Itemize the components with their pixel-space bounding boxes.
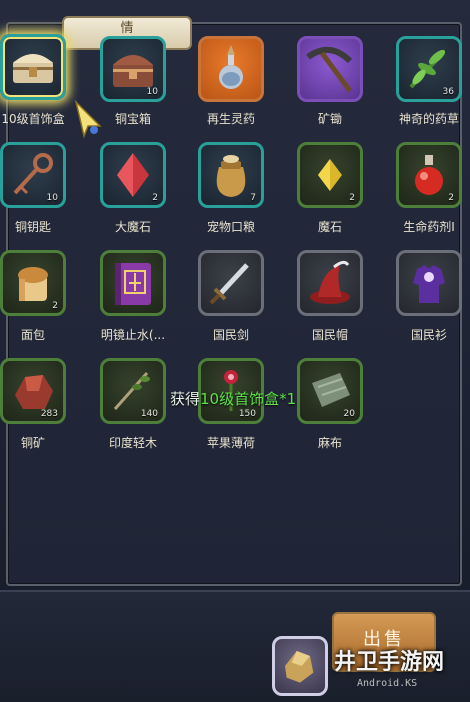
inventory-slot[interactable]: 7 — [198, 142, 264, 208]
inventory-slot[interactable]: 10 — [100, 36, 166, 102]
acquire-toast: 获得10级首饰盒*1 — [170, 388, 296, 409]
inventory-slot[interactable] — [198, 250, 264, 316]
inventory-slot[interactable] — [297, 36, 363, 102]
inventory-slot[interactable]: 283 — [0, 358, 66, 424]
item-count: 2 — [52, 301, 58, 311]
inventory-slot[interactable]: 36 — [396, 36, 462, 102]
item-count: 36 — [442, 87, 454, 97]
pointer-cursor-icon — [74, 100, 102, 139]
pickaxe-icon — [306, 47, 353, 93]
toast-item: 10级首饰盒 — [200, 390, 280, 408]
item-name: 宠物口粮 — [206, 220, 255, 234]
inventory-slot[interactable]: 2 — [100, 142, 166, 208]
toast-count: *1 — [279, 390, 297, 408]
inventory-slot[interactable]: 2 — [297, 142, 363, 208]
item-count: 10 — [46, 193, 58, 203]
item-count: 150 — [238, 409, 256, 419]
game-window: 情 10级首饰盒 10 铜宝箱 再生灵药 矿锄 36 神奇的药草 10 铜钥匙 … — [0, 0, 470, 702]
item-name: 魔石 — [317, 220, 342, 234]
toast-prefix: 获得 — [170, 390, 201, 408]
chest-icon — [13, 54, 53, 83]
inventory-slot[interactable]: 140 — [100, 358, 166, 424]
inventory-slot[interactable] — [297, 250, 363, 316]
item-name: 印度轻木 — [108, 436, 157, 450]
item-count: 7 — [250, 193, 256, 203]
watermark-subtext: Android.KS — [357, 678, 418, 689]
book-icon — [115, 263, 151, 305]
item-name: 明镜止水(... — [100, 328, 166, 342]
item-count: 2 — [349, 193, 355, 203]
inventory-slot[interactable] — [198, 36, 264, 102]
item-name: 再生灵药 — [206, 112, 255, 126]
inventory-slot[interactable] — [0, 34, 66, 100]
item-name: 10级首饰盒 — [1, 112, 65, 126]
item-name: 麻布 — [317, 436, 342, 450]
item-name: 大魔石 — [114, 220, 151, 234]
item-name: 神奇的药草 — [398, 112, 459, 126]
sword-icon — [209, 263, 249, 305]
inventory-slot[interactable]: 20 — [297, 358, 363, 424]
item-name: 生命药剂I — [403, 220, 455, 234]
inventory-slot[interactable]: 2 — [396, 142, 462, 208]
tab-label: 情 — [120, 21, 134, 36]
item-name: 铜矿 — [20, 436, 45, 450]
item-name: 国民帽 — [311, 328, 348, 342]
inventory-slot[interactable]: 10 — [0, 142, 66, 208]
shirt-icon — [413, 265, 445, 303]
watermark-text: 井卫手游网 — [334, 650, 445, 675]
item-name: 铜钥匙 — [14, 220, 51, 234]
item-count: 10 — [146, 87, 158, 97]
inventory-slot[interactable] — [100, 250, 166, 316]
item-count: 140 — [140, 409, 158, 419]
item-name: 面包 — [20, 328, 45, 342]
item-name: 苹果薄荷 — [206, 436, 255, 450]
item-name: 国民剑 — [212, 328, 249, 342]
item-count: 2 — [448, 193, 454, 203]
potion-icon — [219, 45, 243, 89]
hat-icon — [310, 260, 350, 304]
inventory-slot[interactable]: 2 — [0, 250, 66, 316]
item-name: 国民衫 — [410, 328, 447, 342]
selected-item-preview[interactable] — [272, 636, 328, 696]
item-name: 矿锄 — [317, 112, 342, 126]
item-count: 20 — [343, 409, 355, 419]
ore-icon — [285, 651, 314, 683]
inventory-slot[interactable] — [396, 250, 462, 316]
item-count: 2 — [152, 193, 158, 203]
item-count: 283 — [40, 409, 58, 419]
